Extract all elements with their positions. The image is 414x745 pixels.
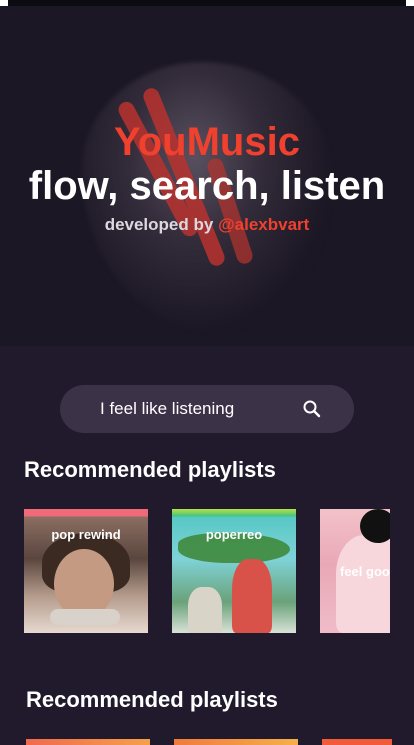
app-tagline: flow, search, listen [28,164,386,208]
playlist-label: poperreo [205,527,263,542]
playlist-cover-art [188,587,222,633]
search-prompt[interactable]: I feel like listening [100,399,234,419]
playlist-card-peek[interactable] [322,739,392,745]
app-title: YouMusic [114,120,300,164]
credit-line: developed by @alexbvart [0,214,414,236]
playlist-label: pop rewind [51,527,121,542]
hero-text: YouMusic flow, search, listen developed … [0,118,414,236]
credit-prefix: developed by [104,215,219,234]
author-link[interactable]: @alexbvart [218,215,309,234]
playlist-card-feel-good[interactable]: feel good [320,509,390,633]
playlist-cover-art [360,509,390,543]
playlist-card-peek[interactable] [26,739,150,745]
playlist-card-peek[interactable] [174,739,298,745]
playlist-card-poperreo[interactable]: poperreo [172,509,296,633]
search-icon[interactable] [302,399,322,419]
playlist-label: feel good [340,564,390,579]
playlist-card-pop-rewind[interactable]: pop rewind [24,509,148,633]
playlist-cover-art [232,559,272,633]
search-bar[interactable]: I feel like listening [60,385,354,433]
playlist-cover-art [50,609,120,625]
section-title: Recommended playlists [24,457,276,482]
section-title: Recommended playlists [26,687,278,712]
playlist-cover-art [336,535,390,633]
